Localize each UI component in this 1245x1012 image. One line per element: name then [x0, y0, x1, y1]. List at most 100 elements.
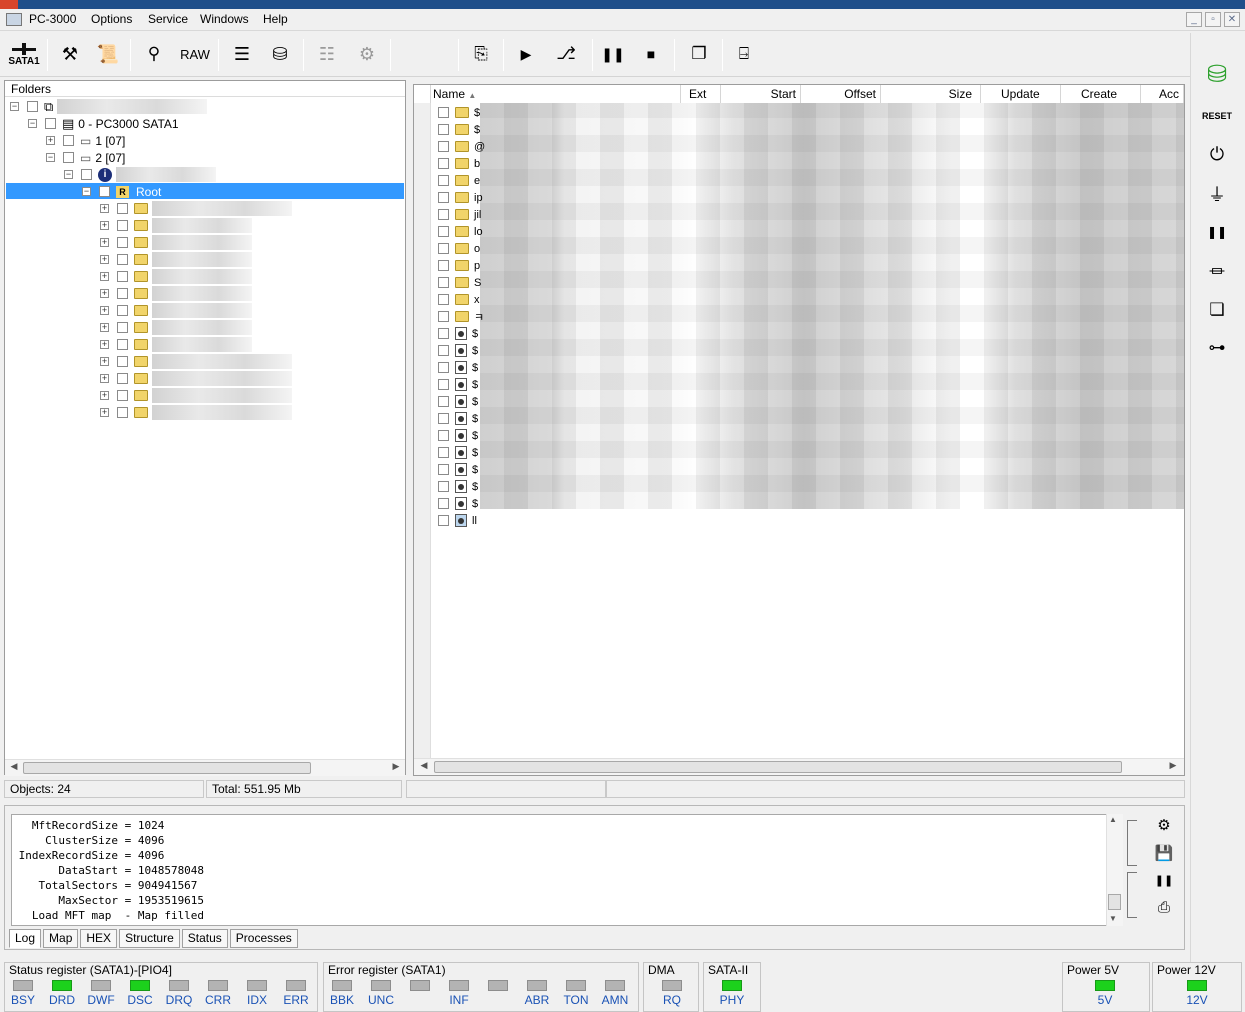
file-checkbox[interactable] — [438, 124, 449, 135]
log-slider-bottom[interactable] — [1127, 872, 1137, 918]
file-row[interactable]: o — [431, 240, 480, 257]
tree-node-root[interactable]: − R Root — [82, 183, 161, 200]
log-save-button[interactable]: 💾 — [1153, 842, 1175, 864]
tree-checkbox[interactable] — [117, 288, 128, 299]
file-row[interactable]: $ — [431, 325, 478, 342]
file-checkbox[interactable] — [438, 345, 449, 356]
file-checkbox[interactable] — [438, 498, 449, 509]
column-create[interactable]: Create — [1061, 85, 1141, 103]
tree-node-device[interactable]: − ▤ 0 - PC3000 SATA1 — [28, 115, 179, 132]
tree-checkbox[interactable] — [117, 339, 128, 350]
tree-checkbox[interactable] — [117, 237, 128, 248]
collapse-icon[interactable]: − — [28, 119, 37, 128]
file-checkbox[interactable] — [438, 243, 449, 254]
file-checkbox[interactable] — [438, 226, 449, 237]
expand-icon[interactable]: + — [100, 289, 109, 298]
file-checkbox[interactable] — [438, 362, 449, 373]
tree-folder-node[interactable]: + — [100, 200, 292, 217]
right-pause-button[interactable]: ❚❚ — [1199, 217, 1235, 247]
drive-db-button[interactable]: ⛁ — [1199, 59, 1235, 89]
expand-icon[interactable]: + — [100, 323, 109, 332]
scroll-right-icon[interactable]: ▶ — [1166, 760, 1180, 771]
windows-button[interactable]: ❐ — [684, 37, 714, 71]
tab-hex[interactable]: HEX — [80, 929, 118, 948]
file-checkbox[interactable] — [438, 141, 449, 152]
file-row[interactable]: $ — [431, 461, 478, 478]
step-button[interactable]: ⎇ — [548, 37, 584, 71]
tree-checkbox[interactable] — [117, 373, 128, 384]
exit-button[interactable]: ⍈ — [730, 37, 758, 71]
log-pause-button[interactable]: ❚❚ — [1153, 869, 1175, 891]
app-icon[interactable] — [6, 13, 22, 26]
tree-view-button[interactable]: ☷ — [312, 37, 342, 71]
scroll-thumb[interactable] — [1108, 894, 1121, 910]
column-acc[interactable]: Acc — [1141, 85, 1184, 103]
scroll-up-icon[interactable]: ▲ — [1109, 815, 1117, 824]
file-row[interactable]: jil — [431, 206, 481, 223]
tree-folder-node[interactable]: + — [100, 336, 252, 353]
file-checkbox[interactable] — [438, 464, 449, 475]
file-checkbox[interactable] — [438, 328, 449, 339]
tree-folder-node[interactable]: + — [100, 251, 252, 268]
tree-checkbox[interactable] — [117, 356, 128, 367]
file-checkbox[interactable] — [438, 481, 449, 492]
scroll-left-icon[interactable]: ◀ — [7, 761, 21, 772]
expand-icon[interactable]: + — [100, 255, 109, 264]
tree-checkbox[interactable] — [117, 305, 128, 316]
tree-hscrollbar[interactable]: ◀ ▶ — [5, 759, 405, 776]
tree-checkbox[interactable] — [117, 322, 128, 333]
close-icon[interactable]: ✕ — [1224, 12, 1240, 27]
file-checkbox[interactable] — [438, 515, 449, 526]
menu-options[interactable]: Options — [91, 12, 132, 26]
file-checkbox[interactable] — [438, 209, 449, 220]
run-button[interactable]: ▶ — [512, 37, 540, 71]
file-checkbox[interactable] — [438, 107, 449, 118]
file-row[interactable]: $ — [431, 359, 478, 376]
search-button[interactable]: ⚲ — [140, 37, 168, 71]
copy-tree-button[interactable]: ⚙ — [352, 37, 382, 71]
scroll-right-icon[interactable]: ▶ — [389, 761, 403, 772]
cable-button[interactable]: ⊶ — [1199, 333, 1235, 363]
menu-help[interactable]: Help — [263, 12, 288, 26]
file-row[interactable]: b — [431, 155, 480, 172]
file-row[interactable]: x — [431, 291, 480, 308]
expand-icon[interactable]: + — [100, 221, 109, 230]
disk-button[interactable]: ⛁ — [266, 37, 294, 71]
file-row[interactable]: $ — [431, 444, 478, 461]
file-row[interactable]: S — [431, 274, 481, 291]
reset-button[interactable]: RESET — [1199, 101, 1235, 131]
column-start[interactable]: Start — [721, 85, 801, 103]
column-update[interactable]: Update — [981, 85, 1061, 103]
tree-folder-node[interactable]: + — [100, 268, 252, 285]
file-checkbox[interactable] — [438, 294, 449, 305]
power-cycle-button[interactable]: ⏻ — [1199, 139, 1235, 169]
file-row[interactable]: $ — [431, 376, 478, 393]
file-row[interactable]: $ — [431, 393, 478, 410]
scroll-thumb[interactable] — [434, 761, 1122, 773]
tree-node-partition-1[interactable]: + ▭ 1 [07] — [46, 132, 125, 149]
file-row[interactable]: ㅋ — [431, 308, 484, 325]
log-slider-top[interactable] — [1127, 820, 1137, 866]
tab-structure[interactable]: Structure — [119, 929, 180, 948]
tree-checkbox[interactable] — [117, 271, 128, 282]
collapse-icon[interactable]: − — [64, 170, 73, 179]
file-checkbox[interactable] — [438, 192, 449, 203]
partition-button[interactable]: ☰ — [228, 37, 256, 71]
log-settings-button[interactable]: ⚙ — [1153, 814, 1175, 836]
column-ext[interactable]: Ext — [681, 85, 721, 103]
expand-icon[interactable]: + — [100, 391, 109, 400]
expand-icon[interactable]: + — [100, 357, 109, 366]
file-checkbox[interactable] — [438, 175, 449, 186]
column-name[interactable]: Name ▲ — [431, 85, 681, 103]
file-checkbox[interactable] — [438, 430, 449, 441]
filelist-hscrollbar[interactable]: ◀ ▶ — [414, 758, 1184, 775]
tab-log[interactable]: Log — [9, 929, 42, 948]
file-row[interactable]: p — [431, 257, 480, 274]
scroll-thumb[interactable] — [23, 762, 311, 774]
pause-button[interactable]: ❚❚ — [600, 37, 626, 71]
tree-node-top[interactable]: − ⧉ — [10, 98, 208, 115]
tree-checkbox[interactable] — [45, 118, 56, 129]
stop-button[interactable]: ■ — [638, 37, 664, 71]
file-checkbox[interactable] — [438, 396, 449, 407]
expand-icon[interactable]: + — [100, 272, 109, 281]
